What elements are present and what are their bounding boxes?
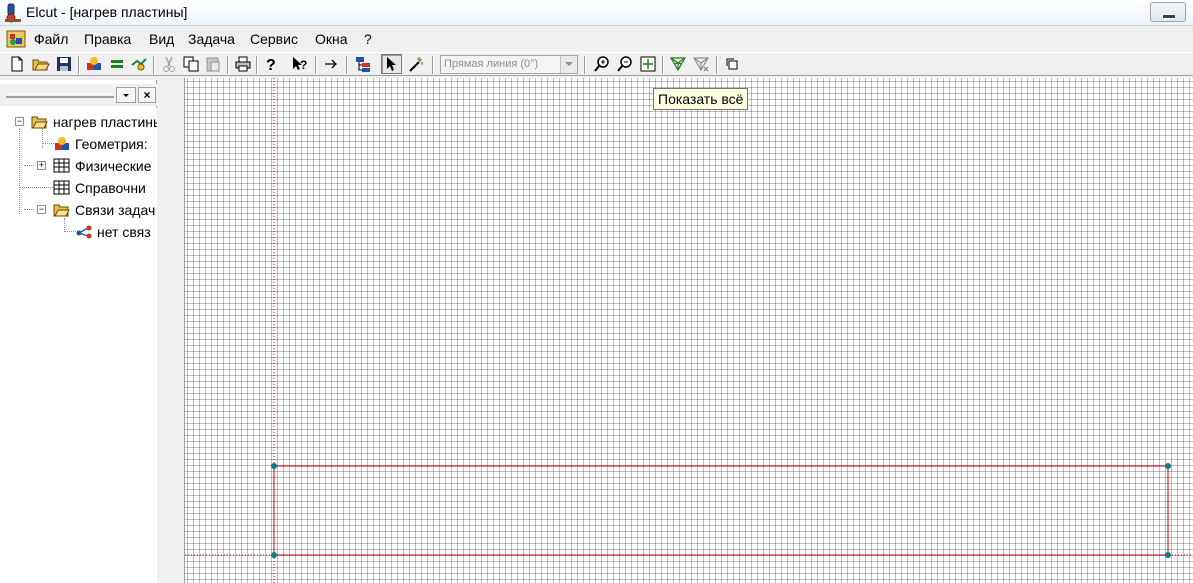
arrow-right-icon[interactable] bbox=[322, 55, 340, 73]
vertex-top-left[interactable] bbox=[271, 463, 277, 469]
menu-problem[interactable]: Задача bbox=[188, 31, 235, 47]
table-icon bbox=[53, 158, 70, 173]
tree-item-no-links[interactable]: нет связ bbox=[0, 222, 157, 242]
zoom-in-icon[interactable] bbox=[593, 55, 611, 73]
save-icon[interactable] bbox=[55, 55, 73, 73]
new-icon[interactable] bbox=[8, 55, 26, 73]
toolbar-separator bbox=[346, 56, 348, 74]
elcut-app-icon[interactable] bbox=[4, 3, 22, 23]
mesh-icon[interactable] bbox=[669, 55, 687, 73]
toolbar-separator bbox=[153, 56, 155, 74]
toolbar-separator bbox=[432, 56, 434, 74]
print-icon[interactable] bbox=[234, 55, 252, 73]
panel-close-button[interactable]: × bbox=[138, 87, 156, 103]
expand-icon[interactable]: + bbox=[37, 161, 46, 170]
toolbar-separator bbox=[227, 56, 229, 74]
select-pointer-icon[interactable] bbox=[381, 54, 402, 74]
tree-item-coupling[interactable]: − Связи задач bbox=[0, 200, 157, 220]
window-title: Elcut - [нагрев пластины] bbox=[26, 4, 188, 20]
zoom-fit-icon[interactable] bbox=[639, 55, 657, 73]
line-type-combo-value: Прямая линия (0°) bbox=[444, 58, 539, 70]
line-type-combo[interactable]: Прямая линия (0°) bbox=[440, 55, 578, 74]
remove-mesh-icon[interactable] bbox=[692, 55, 710, 73]
tree-item-reference[interactable]: Справочни bbox=[0, 178, 157, 198]
chevron-down-icon[interactable] bbox=[560, 56, 577, 73]
tree-item-label: Связи задач bbox=[75, 202, 156, 218]
collapse-icon[interactable]: − bbox=[37, 205, 46, 214]
folder-open-icon bbox=[53, 202, 70, 217]
tree-item-label: нет связ bbox=[97, 224, 151, 240]
document-menu-icon[interactable] bbox=[6, 29, 26, 49]
help-icon[interactable]: ? bbox=[262, 55, 280, 73]
plate-rectangle[interactable] bbox=[273, 465, 1169, 556]
menu-edit[interactable]: Правка bbox=[84, 31, 131, 47]
geometry-icon[interactable] bbox=[85, 55, 103, 73]
copy-icon[interactable] bbox=[182, 55, 200, 73]
toolbar-separator bbox=[78, 56, 80, 74]
minimize-button[interactable] bbox=[1150, 2, 1186, 22]
toolbar-separator bbox=[315, 56, 317, 74]
collapse-icon[interactable]: − bbox=[15, 117, 24, 126]
menu-windows[interactable]: Окна bbox=[315, 31, 348, 47]
tree-item-label: Геометрия: bbox=[75, 136, 148, 152]
geometry-shapes-icon bbox=[54, 136, 71, 151]
vertex-top-right[interactable] bbox=[1165, 463, 1171, 469]
toolbar: ? ? Прямая линия (0°) bbox=[0, 52, 1193, 76]
problem-tree: − нагрев пластины Геометрия: + Физически… bbox=[0, 108, 157, 583]
panel-splitter[interactable] bbox=[157, 80, 183, 583]
menu-file[interactable]: Файл bbox=[34, 31, 68, 47]
title-bar: Elcut - [нагрев пластины] bbox=[0, 0, 1193, 26]
tree-item-label: Справочни bbox=[75, 180, 146, 196]
open-icon[interactable] bbox=[32, 55, 50, 73]
folder-open-icon bbox=[31, 114, 48, 129]
toolbar-separator bbox=[584, 56, 586, 74]
menu-view[interactable]: Вид bbox=[149, 31, 174, 47]
properties-icon[interactable] bbox=[130, 55, 148, 73]
equal-icon[interactable] bbox=[108, 55, 126, 73]
geometry-drawing bbox=[185, 78, 1193, 583]
menu-bar: Файл Правка Вид Задача Сервис Окна ? bbox=[0, 27, 1193, 51]
magic-wand-icon[interactable] bbox=[407, 55, 425, 73]
toolbar-separator bbox=[716, 56, 718, 74]
panel-header: × bbox=[0, 84, 160, 106]
panel-grip-line bbox=[6, 97, 114, 98]
vertex-bottom-right[interactable] bbox=[1165, 552, 1171, 558]
cut-icon[interactable] bbox=[160, 55, 178, 73]
toolbar-separator bbox=[662, 56, 664, 74]
link-icon bbox=[76, 224, 93, 239]
geometry-canvas[interactable] bbox=[184, 78, 1193, 583]
zoom-fit-tooltip: Показать всё bbox=[653, 88, 749, 110]
menu-tools[interactable]: Сервис bbox=[250, 31, 298, 47]
window-icon[interactable] bbox=[724, 55, 742, 73]
tree-item-label: Физические bbox=[75, 158, 152, 174]
context-help-icon[interactable]: ? bbox=[291, 55, 309, 73]
menu-help[interactable]: ? bbox=[364, 31, 372, 47]
svg-text:?: ? bbox=[300, 58, 307, 72]
tree-item-geometry[interactable]: Геометрия: bbox=[0, 134, 157, 154]
panel-menu-button[interactable] bbox=[116, 87, 136, 103]
svg-text:?: ? bbox=[266, 57, 276, 73]
table-icon bbox=[53, 180, 70, 195]
tree-item-physical[interactable]: + Физические bbox=[0, 156, 157, 176]
toolbar-separator bbox=[256, 56, 258, 74]
paste-icon[interactable] bbox=[204, 55, 222, 73]
zoom-out-icon[interactable] bbox=[616, 55, 634, 73]
vertex-bottom-left[interactable] bbox=[271, 552, 277, 558]
tree-icon[interactable] bbox=[354, 55, 372, 73]
tree-item-root[interactable]: − нагрев пластины bbox=[0, 112, 157, 132]
tree-item-label: нагрев пластины bbox=[53, 114, 157, 130]
